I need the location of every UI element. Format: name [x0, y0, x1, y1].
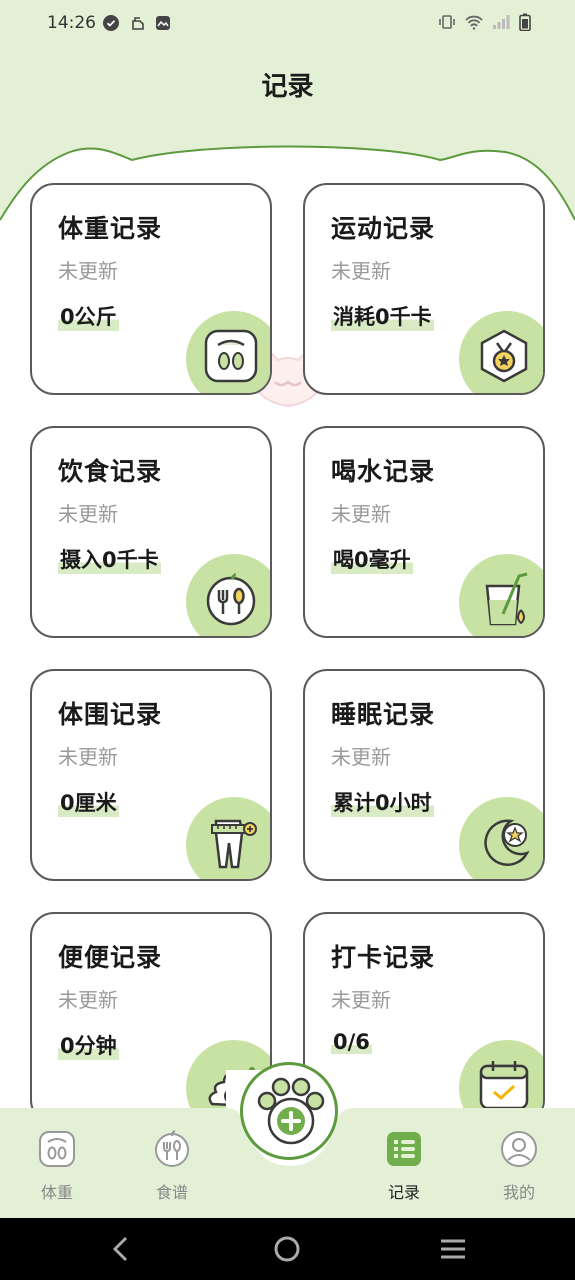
card-body-measurement-record[interactable]: 体围记录 未更新 0厘米	[30, 669, 272, 881]
drink-cup-icon	[485, 572, 528, 626]
calendar-check-icon	[479, 1061, 529, 1110]
card-value: 摄入0千卡	[58, 544, 161, 574]
nav-label: 我的	[502, 1183, 535, 1202]
card-value: 喝0毫升	[331, 544, 413, 574]
card-title: 运动记录	[331, 214, 436, 243]
nav-item-records[interactable]: 记录	[369, 1130, 439, 1203]
scale-icon	[39, 1131, 75, 1167]
card-value: 0分钟	[58, 1030, 119, 1060]
nav-label: 食谱	[155, 1183, 188, 1202]
card-title: 打卡记录	[331, 943, 436, 972]
card-value: 0厘米	[58, 787, 119, 817]
paw-plus-icon	[257, 1077, 325, 1145]
card-icon-bg	[459, 311, 543, 393]
battery-icon	[519, 13, 531, 31]
card-status: 未更新	[58, 745, 118, 769]
user-icon	[501, 1131, 537, 1167]
wifi-icon	[465, 15, 483, 30]
list-icon	[387, 1132, 421, 1166]
card-status: 未更新	[331, 988, 391, 1012]
utensils-icon	[206, 573, 256, 626]
card-value: 消耗0千卡	[331, 301, 434, 331]
card-icon-bg	[186, 797, 270, 879]
app-icon	[156, 16, 170, 30]
page-title: 记录	[261, 72, 314, 102]
nav-item-recipes[interactable]: 食谱	[137, 1130, 207, 1203]
card-status: 未更新	[58, 259, 118, 283]
card-title: 体围记录	[58, 700, 163, 729]
card-sleep-record[interactable]: 睡眠记录 未更新 累计0小时	[303, 669, 545, 881]
add-record-button[interactable]	[240, 1062, 338, 1160]
card-title: 便便记录	[58, 943, 163, 972]
card-weight-record[interactable]: 体重记录 未更新 0公斤	[30, 183, 272, 395]
moon-star-icon	[484, 819, 530, 866]
card-status: 未更新	[331, 502, 391, 526]
nav-item-weight[interactable]: 体重	[22, 1130, 92, 1203]
back-icon[interactable]	[104, 1232, 138, 1266]
card-icon-bg	[459, 797, 543, 879]
card-icon-bg	[459, 554, 543, 636]
card-icon-bg	[186, 554, 270, 636]
card-water-record[interactable]: 喝水记录 未更新 喝0毫升	[303, 426, 545, 638]
nav-label: 体重	[40, 1183, 73, 1202]
card-exercise-record[interactable]: 运动记录 未更新 消耗0千卡	[303, 183, 545, 395]
status-bar: 14:26	[0, 0, 575, 50]
card-icon-bg	[186, 311, 270, 393]
card-value: 0公斤	[58, 301, 119, 331]
card-title: 体重记录	[58, 214, 163, 243]
card-value: 累计0小时	[331, 787, 434, 817]
nav-label: 记录	[387, 1183, 420, 1202]
card-status: 未更新	[58, 988, 118, 1012]
vibrate-icon	[439, 15, 455, 29]
system-nav-bar	[0, 1218, 575, 1280]
card-value: 0/6	[331, 1030, 372, 1054]
notification-icon	[132, 17, 144, 30]
nav-item-profile[interactable]: 我的	[484, 1130, 554, 1203]
card-title: 喝水记录	[331, 457, 436, 486]
card-title: 饮食记录	[58, 457, 163, 486]
measuring-tape-icon	[211, 819, 257, 869]
home-icon[interactable]	[270, 1232, 304, 1266]
utensils-icon	[155, 1130, 189, 1167]
card-status: 未更新	[331, 745, 391, 769]
card-status: 未更新	[58, 502, 118, 526]
recents-icon[interactable]	[436, 1232, 470, 1266]
status-indicators	[438, 13, 531, 31]
card-title: 睡眠记录	[331, 700, 436, 729]
status-time: 14:26	[47, 13, 96, 33]
scale-icon	[204, 329, 258, 383]
card-status: 未更新	[331, 259, 391, 283]
medal-icon	[480, 329, 528, 383]
signal-icon	[493, 15, 510, 29]
check-circle-icon	[103, 15, 119, 31]
card-diet-record[interactable]: 饮食记录 未更新 摄入0千卡	[30, 426, 272, 638]
header: 记录	[0, 50, 575, 124]
